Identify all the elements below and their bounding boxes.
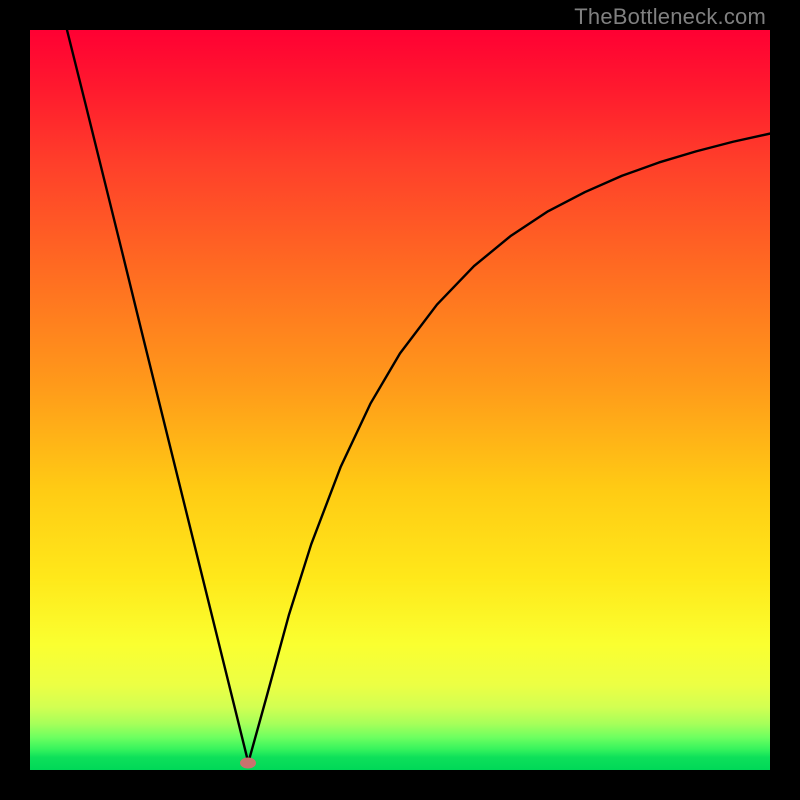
minimum-marker: [240, 757, 256, 768]
plot-area: [30, 30, 770, 770]
chart-frame: TheBottleneck.com: [0, 0, 800, 800]
watermark-text: TheBottleneck.com: [574, 4, 766, 30]
bottleneck-curve: [30, 30, 770, 770]
